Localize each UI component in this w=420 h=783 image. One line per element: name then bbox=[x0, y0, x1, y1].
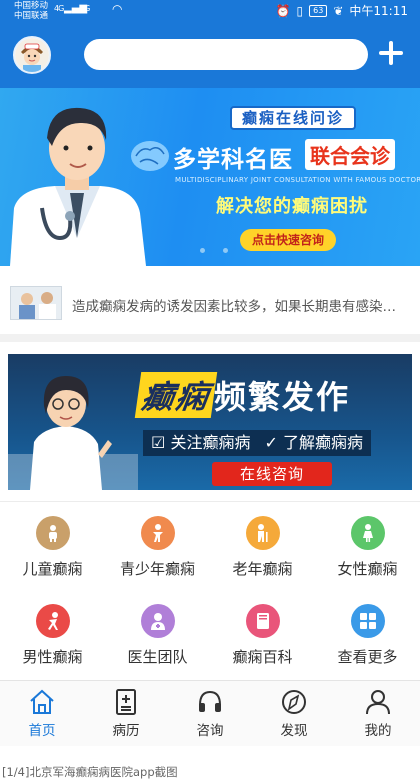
grid-more-icon bbox=[351, 604, 385, 638]
female-icon bbox=[351, 516, 385, 550]
checkbox-icon: ☑ bbox=[151, 433, 171, 452]
tab-label: 首页 bbox=[28, 723, 56, 739]
tab-label: 发现 bbox=[280, 723, 308, 739]
tab-consult[interactable]: 咨询 bbox=[168, 687, 252, 743]
carrier-2: 中国联通 bbox=[14, 11, 49, 21]
category-label: 儿童癫痫 bbox=[22, 560, 83, 578]
category-label: 医生团队 bbox=[127, 648, 188, 666]
alarm-icon: ⏰ bbox=[275, 3, 291, 18]
category-encyclopedia[interactable]: 癫痫百科 bbox=[210, 596, 315, 680]
doctor-icon bbox=[141, 604, 175, 638]
check-item: ✓ 了解癫痫病 bbox=[264, 430, 363, 456]
home-icon bbox=[30, 689, 54, 714]
category-doctor-team[interactable]: 医生团队 bbox=[105, 596, 210, 680]
category-label: 男性癫痫 bbox=[22, 648, 83, 666]
banner-title-joint: 联合会诊 bbox=[305, 139, 395, 170]
banner-subtitle: 解决您的癫痫困扰 bbox=[216, 196, 368, 217]
quick-consult-button[interactable]: 点击快速咨询 bbox=[240, 229, 337, 251]
book-icon bbox=[246, 604, 280, 638]
epilepsy-banner-section: 癫痫频繁发作 ☑ 关注癫痫病 ✓ 了解癫痫病 在线咨询 bbox=[0, 342, 420, 502]
category-grid: 儿童癫痫 青少年癫痫 老年癫痫 女性癫痫 男性癫痫 医生团队 癫痫百科 查看更多 bbox=[0, 508, 420, 680]
leaf-icon: ❦ bbox=[333, 3, 344, 18]
news-headline: 造成癫痫发病的诱发因素比较多，如果长期患有感染… bbox=[72, 299, 396, 315]
consultation-banner[interactable]: 癫痫在线问诊 多学科名医 联合会诊 MULTIDISCIPLINARY JOIN… bbox=[0, 88, 420, 266]
compass-icon bbox=[282, 690, 306, 714]
tab-medical-record[interactable]: 病历 bbox=[84, 687, 168, 743]
elderly-icon bbox=[246, 516, 280, 550]
child-icon bbox=[36, 516, 70, 550]
tab-label: 咨询 bbox=[196, 723, 224, 739]
check-label: 了解癫痫病 bbox=[282, 433, 363, 452]
category-label: 老年癫痫 bbox=[232, 560, 293, 578]
wifi-icon: ◠ bbox=[112, 2, 123, 16]
image-caption: [1/4]北京军海癫痫病医院app截图 bbox=[2, 765, 178, 779]
status-bar: 中国移动 中国联通 4G 3G ▂▄▆ ◠ ⏰ ▯ 63 ❦ 中午11:11 bbox=[0, 0, 420, 22]
female-doctor-illustration-icon bbox=[8, 376, 138, 490]
status-right: ⏰ ▯ 63 ❦ 中午11:11 bbox=[276, 2, 408, 19]
tab-label: 病历 bbox=[112, 723, 140, 739]
carrier-info: 中国移动 中国联通 bbox=[14, 1, 48, 21]
signal-bars-icon: ▂▄▆ bbox=[64, 3, 88, 14]
category-female[interactable]: 女性癫痫 bbox=[315, 508, 420, 592]
vibrate-icon: ▯ bbox=[296, 3, 304, 18]
category-label: 查看更多 bbox=[337, 648, 398, 666]
male-icon bbox=[36, 604, 70, 638]
banner2-title: 癫痫频繁发作 bbox=[134, 372, 351, 418]
medical-record-icon bbox=[116, 689, 136, 715]
banner2-title-rest: 频繁发作 bbox=[214, 378, 351, 416]
online-consult-button[interactable]: 在线咨询 bbox=[212, 462, 332, 486]
category-male[interactable]: 男性癫痫 bbox=[0, 596, 105, 680]
banner-title-experts: 多学科名医 bbox=[173, 147, 293, 173]
carousel-dot[interactable] bbox=[200, 248, 205, 253]
category-label: 青少年癫痫 bbox=[119, 560, 195, 578]
tab-profile[interactable]: 我的 bbox=[336, 687, 420, 743]
category-children[interactable]: 儿童癫痫 bbox=[0, 508, 105, 592]
doctor-patient-photo-icon bbox=[11, 287, 61, 319]
user-icon bbox=[366, 690, 390, 715]
brain-icon bbox=[131, 141, 169, 171]
news-thumbnail bbox=[10, 286, 62, 320]
banner-english-subtitle: MULTIDISCIPLINARY JOINT CONSULTATION WIT… bbox=[175, 176, 420, 184]
checkbox-icon: ✓ bbox=[264, 433, 283, 452]
top-header bbox=[0, 22, 420, 88]
tab-discover[interactable]: 发现 bbox=[252, 687, 336, 743]
signal-4g: 4G bbox=[54, 4, 64, 13]
news-item[interactable]: 造成癫痫发病的诱发因素比较多，如果长期患有感染… bbox=[0, 266, 420, 342]
search-input[interactable] bbox=[84, 39, 368, 70]
check-label: 关注癫痫病 bbox=[170, 433, 251, 452]
teen-icon bbox=[141, 516, 175, 550]
clock-time: 中午11:11 bbox=[349, 4, 408, 18]
add-button[interactable] bbox=[376, 38, 406, 68]
banner2-title-highlight: 癫痫 bbox=[134, 372, 218, 418]
category-label: 女性癫痫 bbox=[337, 560, 398, 578]
online-consult-tag: 癫痫在线问诊 bbox=[230, 106, 357, 130]
battery-indicator: 63 bbox=[309, 4, 328, 17]
nurse-avatar-icon bbox=[15, 38, 49, 72]
category-teen[interactable]: 青少年癫痫 bbox=[105, 508, 210, 592]
headset-icon bbox=[199, 690, 221, 712]
banner2-checklist: ☑ 关注癫痫病 ✓ 了解癫痫病 bbox=[143, 430, 371, 456]
category-elderly[interactable]: 老年癫痫 bbox=[210, 508, 315, 592]
carrier-1: 中国移动 bbox=[14, 1, 49, 11]
bottom-tab-bar: 首页 病历 咨询 发现 我的 bbox=[0, 680, 420, 746]
category-label: 癫痫百科 bbox=[232, 648, 293, 666]
carousel-dots bbox=[200, 248, 228, 253]
app-screen: 中国移动 中国联通 4G 3G ▂▄▆ ◠ ⏰ ▯ 63 ❦ 中午11:11 癫… bbox=[0, 0, 420, 783]
doctor-illustration-icon bbox=[10, 107, 146, 266]
category-more[interactable]: 查看更多 bbox=[315, 596, 420, 680]
check-item: ☑ 关注癫痫病 bbox=[151, 430, 250, 456]
avatar[interactable] bbox=[13, 36, 51, 74]
frequent-seizures-banner[interactable]: 癫痫频繁发作 ☑ 关注癫痫病 ✓ 了解癫痫病 在线咨询 bbox=[8, 354, 412, 490]
carousel-dot[interactable] bbox=[223, 248, 228, 253]
tab-home[interactable]: 首页 bbox=[0, 687, 84, 743]
tab-label: 我的 bbox=[364, 723, 392, 739]
